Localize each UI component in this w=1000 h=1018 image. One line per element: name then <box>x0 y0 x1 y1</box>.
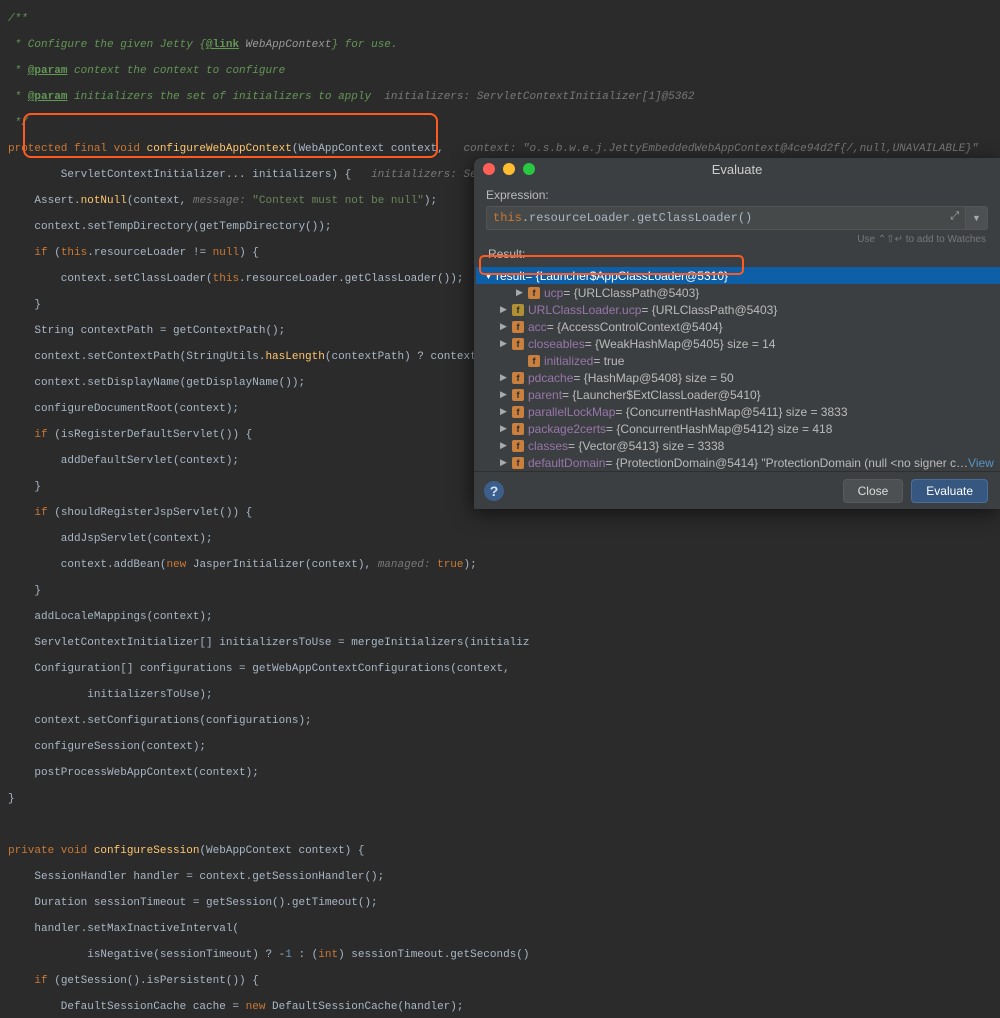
tree-field-value: = {Launcher$AppClassLoader@5310} <box>525 269 728 283</box>
tree-row[interactable]: ▶f pdcache = {HashMap@5408} size = 50 <box>476 369 1000 386</box>
tree-arrow-icon[interactable]: ▶ <box>500 440 510 451</box>
tree-row[interactable]: ▶fucp = {URLClassPath@5403} <box>476 284 1000 301</box>
tree-field-value: = {URLClassPath@5403} <box>641 303 777 317</box>
field-icon: f <box>512 440 524 452</box>
field-icon: f <box>512 304 524 316</box>
tree-field-value: = {AccessControlContext@5404} <box>547 320 723 334</box>
tree-field-value: = {Vector@5413} size = 3338 <box>568 439 724 453</box>
tree-field-name: classes <box>528 439 568 453</box>
view-link[interactable]: View <box>968 456 994 470</box>
tree-arrow-icon[interactable]: ▶ <box>500 372 510 383</box>
evaluate-button[interactable]: Evaluate <box>911 479 988 503</box>
tree-row[interactable]: ▶f defaultDomain = {ProtectionDomain@5414… <box>476 454 1000 471</box>
help-icon[interactable]: ? <box>484 481 504 501</box>
tree-field-value: = {HashMap@5408} size = 50 <box>573 371 733 385</box>
tree-arrow-icon[interactable]: ▶ <box>500 389 510 400</box>
tree-field-name: package2certs <box>528 422 606 436</box>
field-icon: f <box>512 423 524 435</box>
tree-field-name: ucp <box>544 286 563 300</box>
tree-field-name: parent <box>528 388 562 402</box>
result-tree[interactable]: ▼result = {Launcher$AppClassLoader@5310}… <box>474 267 1000 471</box>
tree-arrow-icon[interactable]: ▶ <box>500 338 510 349</box>
expression-label: Expression: <box>486 188 988 202</box>
field-icon: f <box>512 338 524 350</box>
result-label: Result: <box>486 247 988 261</box>
tree-arrow-icon[interactable]: ▶ <box>500 457 510 468</box>
close-button[interactable]: Close <box>843 479 904 503</box>
tree-field-name: closeables <box>528 337 585 351</box>
expand-editor-icon[interactable]: ⤢ <box>950 211 959 223</box>
tree-row[interactable]: ▶f package2certs = {ConcurrentHashMap@541… <box>476 420 1000 437</box>
tree-row[interactable]: ▶f parallelLockMap = {ConcurrentHashMap@5… <box>476 403 1000 420</box>
tree-field-value: = {ProtectionDomain@5414} "ProtectionDom… <box>605 456 968 470</box>
dialog-title: Evaluate <box>474 162 1000 177</box>
field-icon: f <box>512 372 524 384</box>
tree-arrow-icon[interactable]: ▶ <box>500 321 510 332</box>
field-icon: f <box>528 355 540 367</box>
tree-field-name: result <box>496 269 525 283</box>
tree-field-name: URLClassLoader.ucp <box>528 303 641 317</box>
tree-row[interactable]: f initialized = true <box>476 352 1000 369</box>
tree-arrow-icon[interactable]: ▶ <box>500 423 510 434</box>
field-icon: f <box>512 389 524 401</box>
tree-row[interactable]: ▶f classes = {Vector@5413} size = 3338 <box>476 437 1000 454</box>
tree-row[interactable]: ▶f URLClassLoader.ucp = {URLClassPath@540… <box>476 301 1000 318</box>
tree-field-value: = {Launcher$ExtClassLoader@5410} <box>562 388 761 402</box>
tree-field-name: defaultDomain <box>528 456 605 470</box>
tree-arrow-icon[interactable]: ▶ <box>516 287 526 298</box>
expression-input[interactable]: this.resourceLoader.getClassLoader() ⤢ <box>486 206 966 230</box>
tree-row[interactable]: ▼result = {Launcher$AppClassLoader@5310} <box>476 267 1000 284</box>
tree-row[interactable]: ▶facc = {AccessControlContext@5404} <box>476 318 1000 335</box>
tree-row[interactable]: ▶f closeables = {WeakHashMap@5405} size =… <box>476 335 1000 352</box>
tree-row[interactable]: ▶fparent = {Launcher$ExtClassLoader@5410… <box>476 386 1000 403</box>
tree-field-value: = {WeakHashMap@5405} size = 14 <box>585 337 776 351</box>
tree-field-name: parallelLockMap <box>528 405 615 419</box>
tree-arrow-icon[interactable]: ▶ <box>500 304 510 315</box>
tree-field-value: = {ConcurrentHashMap@5412} size = 418 <box>606 422 832 436</box>
field-icon: f <box>512 321 524 333</box>
field-icon: f <box>512 406 524 418</box>
evaluate-dialog: Evaluate Expression: this.resourceLoader… <box>474 158 1000 509</box>
field-icon: f <box>512 457 524 469</box>
tree-field-name: pdcache <box>528 371 573 385</box>
tree-arrow-icon[interactable]: ▼ <box>484 271 494 281</box>
tree-field-value: = true <box>593 354 624 368</box>
field-icon: f <box>528 287 540 299</box>
tree-arrow-icon[interactable]: ▶ <box>500 406 510 417</box>
tree-field-value: = {ConcurrentHashMap@5411} size = 3833 <box>615 405 847 419</box>
tree-field-value: = {URLClassPath@5403} <box>563 286 699 300</box>
tree-field-name: initialized <box>544 354 593 368</box>
expression-history-dropdown[interactable]: ▼ <box>966 206 988 230</box>
dialog-titlebar[interactable]: Evaluate <box>474 158 1000 180</box>
tree-field-name: acc <box>528 320 547 334</box>
add-watches-hint: Use ⌃⇧↵ to add to Watches <box>486 230 988 247</box>
